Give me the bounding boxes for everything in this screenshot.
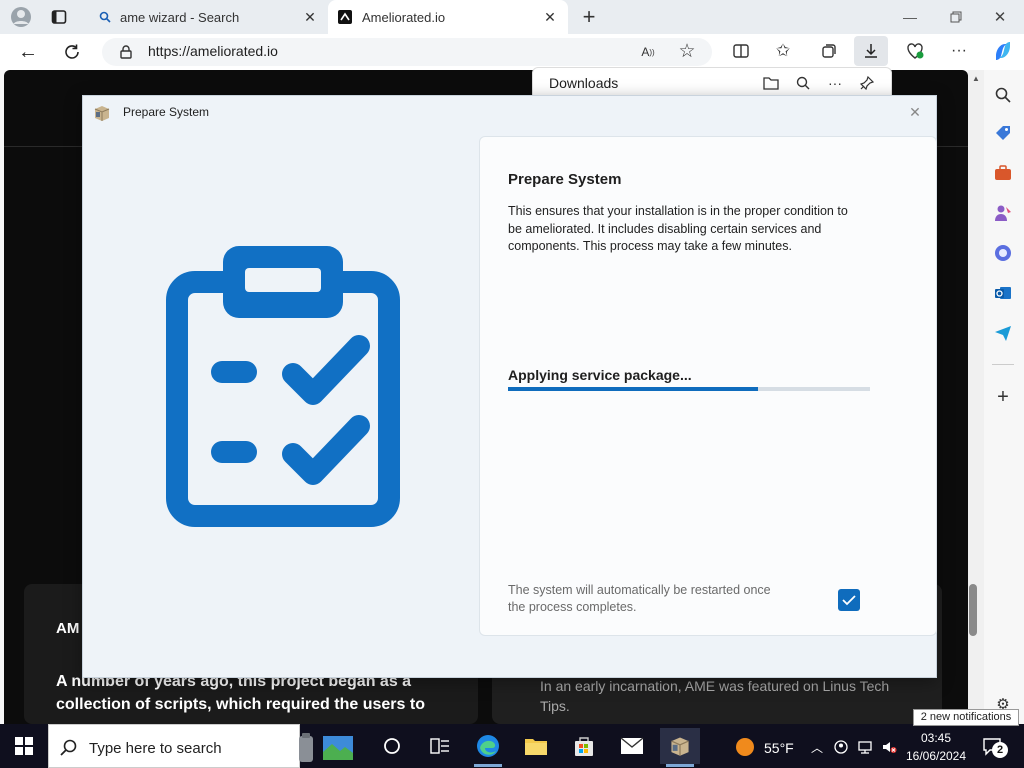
- lock-icon[interactable]: [116, 42, 136, 62]
- network-icon[interactable]: [856, 738, 874, 756]
- notification-toast[interactable]: 2 new notifications: [913, 709, 1019, 726]
- back-icon[interactable]: ←: [16, 40, 40, 64]
- microsoft-store-icon[interactable]: [564, 728, 604, 764]
- restore-icon[interactable]: [944, 5, 968, 29]
- tab-label: ame wizard - Search: [120, 9, 240, 25]
- notification-count-badge: 2: [992, 742, 1008, 758]
- start-windows-icon[interactable]: [4, 728, 44, 764]
- window-title: Prepare System: [123, 105, 210, 119]
- browser-essentials-icon[interactable]: [904, 40, 926, 62]
- active-app-indicator: [474, 764, 502, 767]
- search-highlight-icon: [297, 731, 357, 765]
- copilot-icon[interactable]: [990, 38, 1016, 64]
- progress-status: Applying service package...: [508, 367, 692, 383]
- tab-actions-icon[interactable]: [48, 6, 70, 28]
- favorites-icon[interactable]: ✩: [772, 40, 794, 62]
- tab-ameliorated[interactable]: Ameliorated.io ✕: [328, 0, 568, 34]
- panel-title: Prepare System: [508, 171, 622, 188]
- restart-note: The system will automatically be restart…: [508, 583, 771, 614]
- open-folder-icon[interactable]: [761, 73, 781, 93]
- taskbar-search-box[interactable]: Type here to search: [48, 724, 353, 768]
- downloads-search-icon[interactable]: [793, 73, 813, 93]
- app-box-icon: [91, 102, 113, 124]
- video-caption: In an early incarnation, AME was feature…: [540, 678, 890, 714]
- minimize-icon[interactable]: —: [898, 5, 922, 29]
- tab-label: Ameliorated.io: [362, 9, 446, 25]
- profile-avatar-icon[interactable]: [8, 4, 34, 30]
- tab-search[interactable]: ame wizard - Search ✕: [90, 0, 326, 34]
- progress-fill: [508, 387, 758, 391]
- drop-send-icon[interactable]: [992, 322, 1014, 344]
- downloads-icon[interactable]: [854, 36, 888, 66]
- refresh-icon[interactable]: [60, 40, 84, 64]
- panel-description: This ensures that your installation is i…: [508, 204, 848, 253]
- search-placeholder: Type here to search: [89, 740, 222, 757]
- tray-chevron-up-icon[interactable]: ︿: [808, 738, 826, 756]
- progress-bar: [508, 387, 870, 391]
- widgets-icon[interactable]: [420, 728, 460, 764]
- games-icon[interactable]: [992, 202, 1014, 224]
- close-tab-icon[interactable]: ✕: [542, 9, 558, 25]
- close-window-icon[interactable]: ✕: [988, 5, 1012, 29]
- notification-center-icon[interactable]: 2: [980, 734, 1008, 760]
- meet-now-icon[interactable]: [832, 738, 850, 756]
- outlook-icon[interactable]: [992, 282, 1014, 304]
- scrollbar-thumb[interactable]: [969, 584, 977, 636]
- scroll-up-arrow-icon[interactable]: ▲: [969, 72, 983, 84]
- close-tab-icon[interactable]: ✕: [302, 9, 318, 25]
- taskbar-search-icon: [59, 737, 79, 757]
- tools-briefcase-icon[interactable]: [992, 162, 1014, 184]
- microsoft-365-icon[interactable]: [992, 242, 1014, 264]
- section-heading: AM: [56, 620, 80, 637]
- weather-temp[interactable]: 55°F: [764, 740, 794, 756]
- favorite-star-icon[interactable]: ☆: [676, 40, 698, 62]
- search-icon: [90, 11, 120, 23]
- read-aloud-icon[interactable]: A)): [636, 42, 660, 62]
- shopping-tag-icon[interactable]: [992, 122, 1014, 144]
- new-tab-icon[interactable]: +: [577, 4, 601, 29]
- task-view-icon[interactable]: [372, 728, 412, 764]
- info-panel: Prepare System This ensures that your in…: [479, 136, 937, 636]
- file-explorer-icon[interactable]: [516, 728, 556, 764]
- clock-time[interactable]: 03:45: [908, 731, 964, 745]
- url-text[interactable]: https://ameliorated.io: [148, 43, 278, 59]
- weather-sun-icon[interactable]: [734, 736, 756, 758]
- sidebar-search-icon[interactable]: [992, 84, 1014, 106]
- mail-icon[interactable]: [612, 728, 652, 764]
- downloads-flyout: Downloads ···: [532, 67, 892, 97]
- sidebar-divider: [992, 364, 1014, 365]
- clipboard-checklist-icon: [165, 246, 401, 528]
- ame-wizard-taskbar-icon[interactable]: [660, 728, 700, 764]
- add-sidebar-app-icon[interactable]: +: [992, 386, 1014, 408]
- active-app-indicator: [666, 764, 694, 767]
- dialog-close-icon[interactable]: ✕: [905, 102, 925, 122]
- collections-icon[interactable]: [818, 40, 840, 62]
- edge-browser-icon[interactable]: [468, 728, 508, 764]
- pin-icon[interactable]: [857, 73, 877, 93]
- more-menu-icon[interactable]: ···: [948, 40, 970, 62]
- clock-date[interactable]: 16/06/2024: [902, 749, 970, 763]
- restart-checkbox[interactable]: [838, 589, 860, 611]
- downloads-title: Downloads: [549, 75, 619, 91]
- downloads-more-icon[interactable]: ···: [825, 73, 845, 93]
- split-screen-icon[interactable]: [730, 40, 752, 62]
- ameliorated-logo-icon: [328, 10, 362, 24]
- volume-muted-icon[interactable]: [880, 738, 898, 756]
